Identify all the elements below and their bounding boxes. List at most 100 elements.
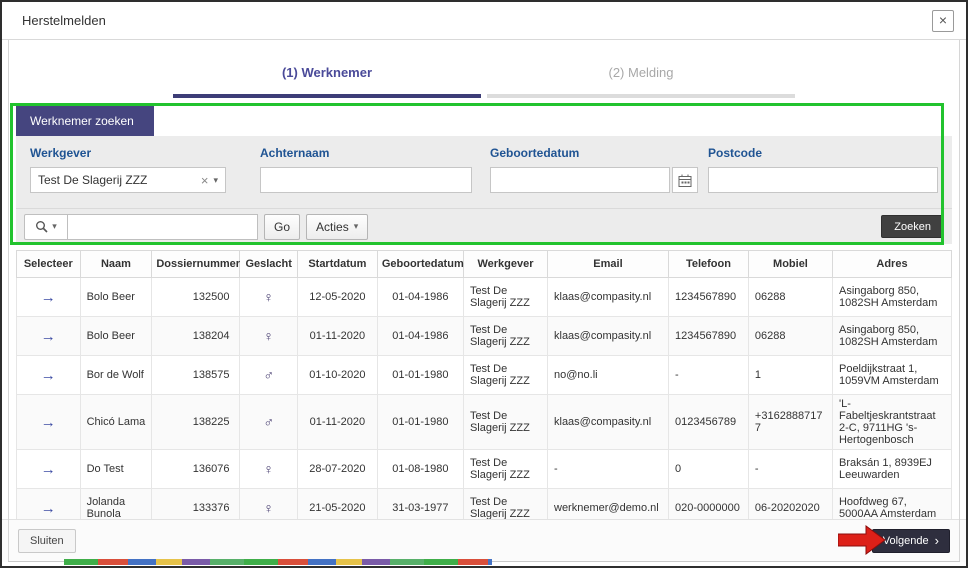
startdatum-cell: 01-10-2020	[296, 355, 378, 395]
chevron-down-icon: ▾	[353, 221, 359, 231]
select-row-cell[interactable]: →	[16, 355, 81, 395]
column-header-telefoon[interactable]: Telefoon	[667, 250, 749, 278]
werkgever-cell: Test De Slagerij ZZZ	[462, 316, 549, 356]
geboortedatum-input[interactable]	[490, 167, 670, 193]
dossiernummer-cell: 138204	[151, 316, 241, 356]
results-table-region: Selecteer Naam Dossiernummer Geslacht Startd…	[16, 250, 953, 528]
naam-cell: Chicó Lama	[79, 394, 153, 450]
modal-left-edge	[8, 40, 9, 561]
dossiernummer-cell: 138225	[151, 394, 241, 450]
chevron-down-icon: ▾	[52, 221, 57, 231]
mobiel-cell: 06288	[747, 316, 833, 356]
column-header-email[interactable]: Email	[547, 250, 669, 278]
chevron-down-icon: ▾	[213, 174, 218, 185]
werkgever-select[interactable]: Test De Slagerij ZZZ × ▾	[30, 167, 226, 193]
tab-melding-label: (2) Melding	[608, 65, 674, 80]
postcode-input[interactable]	[708, 167, 938, 193]
geslacht-cell: ♂	[239, 394, 298, 450]
select-row-arrow-icon[interactable]: →	[41, 289, 56, 306]
email-cell: no@no.li	[547, 355, 669, 395]
column-header-naam[interactable]: Naam	[79, 250, 153, 278]
geboortedatum-cell: 01-01-1980	[376, 394, 464, 450]
email-cell: klaas@compasity.nl	[547, 316, 669, 356]
naam-cell: Bolo Beer	[79, 277, 153, 317]
select-row-arrow-icon[interactable]: →	[41, 500, 56, 517]
werkgever-cell: Test De Slagerij ZZZ	[462, 449, 549, 489]
chevron-right-icon: ›	[934, 533, 939, 548]
page-background-strip	[64, 559, 492, 565]
zoeken-button[interactable]: Zoeken	[881, 215, 944, 238]
select-row-cell[interactable]: →	[16, 394, 81, 450]
dialog-titlebar: Herstelmelden ×	[2, 2, 966, 40]
werkgever-cell: Test De Slagerij ZZZ	[462, 394, 549, 450]
geslacht-cell: ♀	[239, 316, 298, 356]
calendar-picker-button[interactable]	[672, 167, 698, 193]
achternaam-label: Achternaam	[260, 146, 330, 160]
column-header-geslacht[interactable]: Geslacht	[239, 250, 298, 278]
table-header-row: Selecteer Naam Dossiernummer Geslacht Startd…	[16, 250, 953, 278]
search-fields-panel: Werkgever Test De Slagerij ZZZ × ▾ Achte…	[16, 136, 952, 208]
naam-cell: Bolo Beer	[79, 316, 153, 356]
close-icon[interactable]: ×	[932, 9, 954, 32]
werkgever-field: Werkgever Test De Slagerij ZZZ × ▾	[30, 146, 260, 208]
table-row: → Bor de Wolf 138575 ♂ 01-10-2020 01-01-1980 T…	[16, 355, 953, 395]
select-row-cell[interactable]: →	[16, 277, 81, 317]
select-row-arrow-icon[interactable]: →	[41, 414, 56, 431]
acties-menu-button[interactable]: Acties ▾	[306, 213, 369, 240]
adres-cell: 'L-Fabeltjeskrantstraat 2-C, 9711HG 's-H…	[831, 394, 953, 450]
search-toolbar: ▾ Go Acties ▾ Zoeken	[16, 208, 952, 244]
adres-cell: Poeldijkstraat 1, 1059VM Amsterdam	[831, 355, 953, 395]
acties-label: Acties	[316, 219, 349, 234]
report-search-input[interactable]	[68, 213, 258, 240]
geboortedatum-field: Geboortedatum	[490, 146, 708, 208]
dossiernummer-cell: 138575	[151, 355, 241, 395]
select-row-arrow-icon[interactable]: →	[41, 367, 56, 384]
tab-melding[interactable]: (2) Melding	[487, 41, 795, 98]
geboortedatum-label: Geboortedatum	[490, 146, 580, 160]
column-header-startdatum[interactable]: Startdatum	[296, 250, 378, 278]
mobiel-cell: +31628887177	[747, 394, 833, 450]
column-header-adres[interactable]: Adres	[831, 250, 953, 278]
column-header-dossiernummer[interactable]: Dossiernummer	[151, 250, 241, 278]
volgende-label: Volgende	[882, 535, 929, 547]
select-row-arrow-icon[interactable]: →	[41, 461, 56, 478]
startdatum-cell: 01-11-2020	[296, 316, 378, 356]
dialog-footer: Sluiten Volgende ›	[2, 519, 966, 562]
tab-werknemer-label: (1) Werknemer	[281, 65, 373, 80]
select-row-arrow-icon[interactable]: →	[41, 328, 56, 345]
table-row: → Chicó Lama 138225 ♂ 01-11-2020 01-01-1980 Te…	[16, 394, 953, 450]
geslacht-cell: ♀	[239, 449, 298, 489]
column-header-mobiel[interactable]: Mobiel	[747, 250, 833, 278]
table-row: → Bolo Beer 132500 ♀ 12-05-2020 01-04-1986 Tes…	[16, 277, 953, 317]
telefoon-cell: -	[667, 355, 749, 395]
adres-cell: Asingaborg 850, 1082SH Amsterdam	[831, 316, 953, 356]
telefoon-cell: 1234567890	[667, 277, 749, 317]
search-combo: ▾	[24, 213, 258, 240]
werkgever-cell: Test De Slagerij ZZZ	[462, 277, 549, 317]
column-header-selecteer[interactable]: Selecteer	[16, 250, 81, 278]
werkgever-cell: Test De Slagerij ZZZ	[462, 355, 549, 395]
telefoon-cell: 1234567890	[667, 316, 749, 356]
search-column-dropdown[interactable]: ▾	[24, 213, 68, 240]
search-icon	[36, 221, 48, 233]
sluiten-button[interactable]: Sluiten	[18, 529, 76, 553]
mobiel-cell: 06288	[747, 277, 833, 317]
email-cell: klaas@compasity.nl	[547, 394, 669, 450]
column-header-werkgever[interactable]: Werkgever	[462, 250, 549, 278]
table-row: → Do Test 136076 ♀ 28-07-2020 01-08-1980 Test …	[16, 449, 953, 489]
column-header-geboortedatum[interactable]: Geboortedatum	[376, 250, 464, 278]
table-body: → Bolo Beer 132500 ♀ 12-05-2020 01-04-1986 Tes…	[16, 277, 953, 528]
tab-werknemer[interactable]: (1) Werknemer	[173, 41, 481, 98]
calendar-icon	[678, 174, 692, 187]
telefoon-cell: 0123456789	[667, 394, 749, 450]
volgende-button[interactable]: Volgende ›	[871, 529, 950, 553]
clear-selection-icon[interactable]: ×	[196, 173, 214, 188]
werknemer-zoeken-region-tab[interactable]: Werknemer zoeken	[16, 106, 154, 136]
email-cell: -	[547, 449, 669, 489]
geboortedatum-cell: 01-01-1980	[376, 355, 464, 395]
achternaam-input[interactable]	[260, 167, 472, 193]
select-row-cell[interactable]: →	[16, 449, 81, 489]
go-button[interactable]: Go	[264, 213, 301, 240]
select-row-cell[interactable]: →	[16, 316, 81, 356]
geslacht-cell: ♂	[239, 355, 298, 395]
